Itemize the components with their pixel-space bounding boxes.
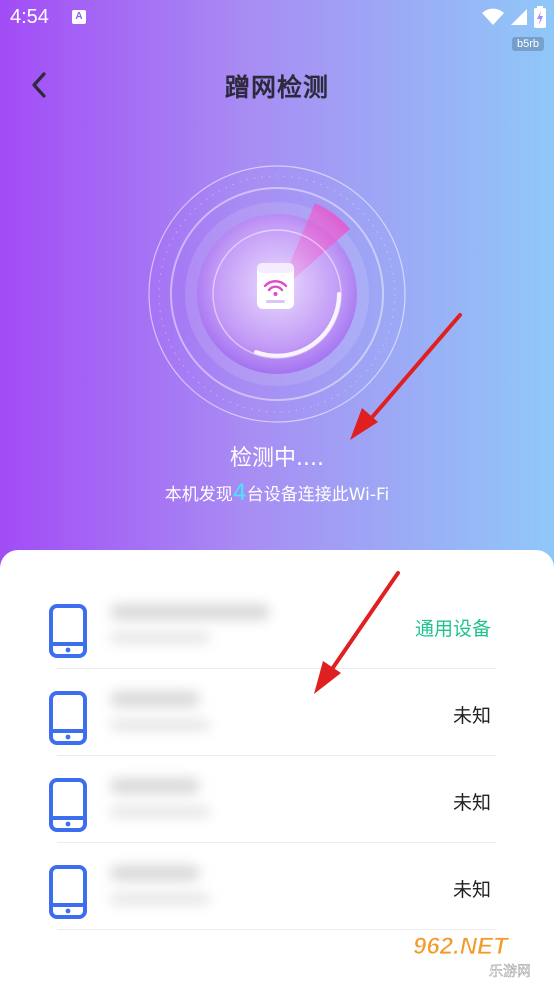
device-type: 通用设备 [414, 618, 491, 640]
page-title: 蹭网检测 [224, 73, 329, 102]
wifi-icon [482, 8, 504, 25]
device-list-card: 通用设备 未知 未知 未知 [0, 550, 554, 984]
status-icons [482, 6, 546, 28]
battery-icon [534, 6, 546, 28]
screen: 4:54 A b5rb 蹭网检测 检测中.... 本机发现4台设备连接此Wi-F… [0, 0, 554, 984]
signal-icon [511, 9, 527, 25]
devices-found-summary: 本机发现4台设备连接此Wi-Fi [0, 480, 554, 506]
phone-icon [49, 778, 87, 832]
device-name-blurred [110, 691, 200, 707]
device-ip-blurred [110, 632, 210, 644]
device-ip-blurred [110, 893, 210, 905]
debug-badge: b5rb [511, 37, 544, 51]
device-row[interactable]: 未知 [0, 756, 554, 843]
device-count: 4 [232, 481, 247, 506]
status-time: 4:54 [10, 6, 49, 28]
device-row[interactable]: 未知 [0, 669, 554, 756]
phone-icon [49, 691, 87, 745]
watermark-text: 962.NET [413, 933, 510, 960]
found-suffix: 台设备连接此Wi-Fi [246, 485, 390, 505]
device-name-blurred [110, 604, 270, 620]
phone-icon [49, 865, 87, 919]
device-ip-blurred [110, 806, 210, 818]
device-row[interactable]: 未知 [0, 843, 554, 930]
device-type: 未知 [452, 705, 491, 727]
scan-status-text: 检测中.... [230, 446, 324, 471]
device-ip-blurred [110, 719, 210, 731]
phone-wifi-icon [257, 263, 294, 309]
found-prefix: 本机发现 [164, 485, 233, 505]
device-row[interactable]: 通用设备 [0, 582, 554, 669]
device-name-blurred [110, 865, 200, 881]
status-bar: 4:54 A b5rb [0, 0, 554, 51]
device-name-blurred [110, 778, 200, 794]
notification-icon: A [72, 10, 86, 24]
device-type: 未知 [452, 879, 491, 901]
phone-icon [49, 604, 87, 658]
watermark-sub: 乐游网 [489, 964, 531, 980]
site-watermark-logo: 962.NET 乐游网 [413, 933, 532, 980]
device-type: 未知 [452, 792, 491, 814]
radar-scanner [148, 165, 406, 423]
